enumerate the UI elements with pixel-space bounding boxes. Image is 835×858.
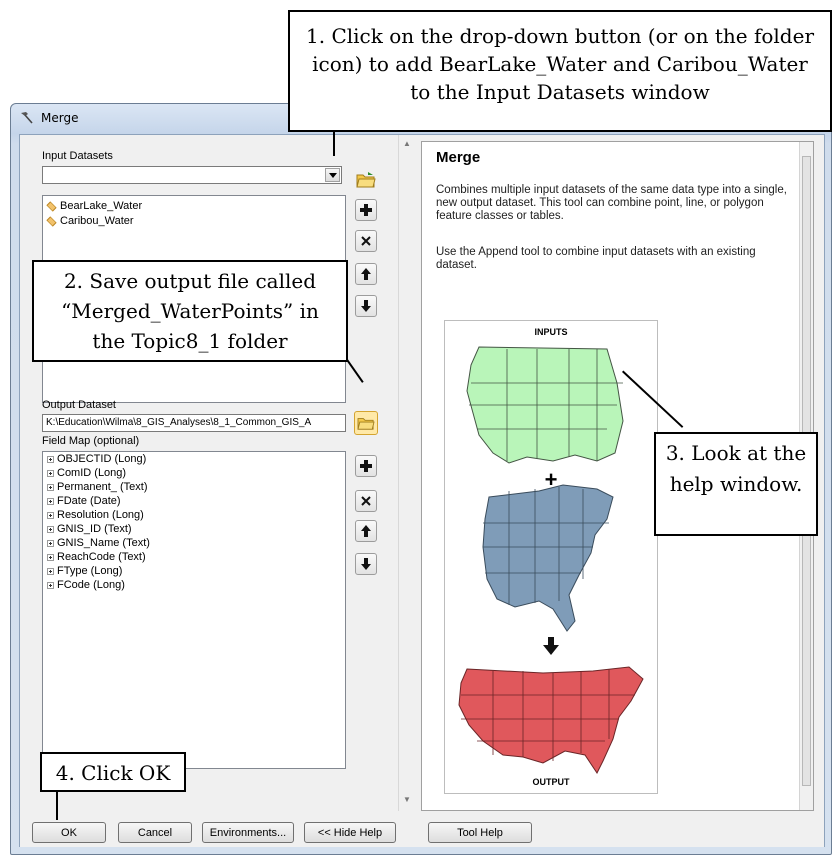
folder-icon [356, 172, 376, 188]
plus-icon [360, 204, 372, 216]
callout-1-leader [333, 130, 335, 156]
eastern-us-map [482, 484, 614, 632]
tree-item-label: FDate (Date) [57, 495, 121, 507]
expand-icon[interactable] [47, 539, 54, 547]
scroll-up-icon[interactable]: ▲ [403, 139, 411, 148]
tool-help-button[interactable]: Tool Help [428, 822, 532, 843]
plus-icon [360, 460, 372, 472]
add-button[interactable] [355, 199, 377, 221]
parameters-pane: Input Datasets BearLake_Water Caribou_Wa… [20, 135, 398, 811]
tree-item-label: ReachCode (Text) [57, 551, 146, 563]
callout-4-leader [56, 790, 58, 820]
field-move-down-button[interactable] [355, 553, 377, 575]
field-remove-button[interactable] [355, 490, 377, 512]
move-down-button[interactable] [355, 295, 377, 317]
feature-class-icon [46, 200, 57, 212]
tree-item-label: OBJECTID (Long) [57, 453, 147, 465]
tree-item[interactable]: OBJECTID (Long) [47, 452, 146, 466]
list-item[interactable]: BearLake_Water [46, 199, 143, 213]
help-description: Combines multiple input datasets of the … [436, 184, 787, 222]
arrow-down-icon [361, 300, 371, 312]
input-datasets-label: Input Datasets [42, 150, 113, 162]
tree-item-label: ComID (Long) [57, 467, 127, 479]
tree-item[interactable]: GNIS_ID (Text) [47, 522, 132, 536]
tree-item[interactable]: FCode (Long) [47, 578, 125, 592]
expand-icon[interactable] [47, 483, 54, 491]
hide-help-button[interactable]: << Hide Help [304, 822, 396, 843]
expand-icon[interactable] [47, 567, 54, 575]
expand-icon[interactable] [47, 497, 54, 505]
output-label: OUTPUT [532, 777, 570, 787]
folder-icon [357, 418, 375, 430]
tree-item[interactable]: Permanent_ (Text) [47, 480, 147, 494]
tree-item-label: Permanent_ (Text) [57, 481, 148, 493]
output-dataset-label: Output Dataset [42, 399, 116, 411]
tree-item-label: FCode (Long) [57, 579, 125, 591]
merge-illustration: INPUTS + OUTPUT [444, 320, 658, 794]
list-item-label: Caribou_Water [60, 215, 134, 227]
field-move-up-button[interactable] [355, 520, 377, 542]
output-browse-button[interactable] [354, 411, 378, 435]
callout-step-1: 1. Click on the drop-down button (or on … [288, 10, 832, 132]
tree-item[interactable]: FType (Long) [47, 564, 122, 578]
open-folder-button[interactable] [355, 169, 377, 191]
arrow-down-icon [543, 637, 559, 655]
ok-button[interactable]: OK [32, 822, 106, 843]
field-map-tree[interactable]: OBJECTID (Long) ComID (Long) Permanent_ … [42, 451, 346, 769]
tree-item[interactable]: GNIS_Name (Text) [47, 536, 150, 550]
tree-item[interactable]: Resolution (Long) [47, 508, 144, 522]
tree-item-label: GNIS_Name (Text) [57, 537, 150, 549]
close-icon [361, 496, 371, 506]
window-title: Merge [41, 111, 79, 125]
cancel-button[interactable]: Cancel [118, 822, 192, 843]
tree-item[interactable]: ComID (Long) [47, 466, 126, 480]
field-add-button[interactable] [355, 455, 377, 477]
input-datasets-dropdown[interactable] [42, 166, 342, 184]
help-title: Merge [436, 149, 481, 166]
button-bar: OK Cancel Environments... << Hide Help T… [20, 811, 824, 847]
callout-step-3: 3. Look at the help window. [654, 432, 818, 536]
dropdown-arrow-icon[interactable] [325, 168, 340, 182]
western-us-map [466, 346, 624, 464]
move-up-button[interactable] [355, 263, 377, 285]
environments-button[interactable]: Environments... [202, 822, 294, 843]
expand-icon[interactable] [47, 525, 54, 533]
tree-item-label: GNIS_ID (Text) [57, 523, 132, 535]
remove-button[interactable] [355, 230, 377, 252]
field-map-label: Field Map (optional) [42, 435, 140, 447]
expand-icon[interactable] [47, 469, 54, 477]
expand-icon[interactable] [47, 581, 54, 589]
list-item-label: BearLake_Water [60, 200, 143, 212]
callout-step-4: 4. Click OK [40, 752, 186, 792]
tree-item[interactable]: ReachCode (Text) [47, 550, 146, 564]
scroll-down-icon[interactable]: ▼ [403, 795, 411, 804]
expand-icon[interactable] [47, 511, 54, 519]
tree-item-label: Resolution (Long) [57, 509, 144, 521]
feature-class-icon [46, 215, 57, 227]
help-append-note: Use the Append tool to combine input dat… [436, 246, 756, 271]
arrow-up-icon [361, 525, 371, 537]
arrow-down-icon [361, 558, 371, 570]
expand-icon[interactable] [47, 553, 54, 561]
tree-item-label: FType (Long) [57, 565, 123, 577]
hammer-icon [21, 112, 33, 124]
tree-item[interactable]: FDate (Date) [47, 494, 121, 508]
arrow-up-icon [361, 268, 371, 280]
output-dataset-field[interactable]: K:\Education\Wilma\8_GIS_Analyses\8_1_Co… [42, 414, 346, 432]
callout-step-2: 2. Save output file called “Merged_Water… [32, 260, 348, 362]
close-icon [361, 236, 371, 246]
expand-icon[interactable] [47, 455, 54, 463]
merged-us-map [458, 666, 644, 774]
list-item[interactable]: Caribou_Water [46, 214, 134, 228]
parameters-scrollbar[interactable]: ▲ ▼ [398, 135, 416, 811]
inputs-label: INPUTS [534, 327, 568, 337]
